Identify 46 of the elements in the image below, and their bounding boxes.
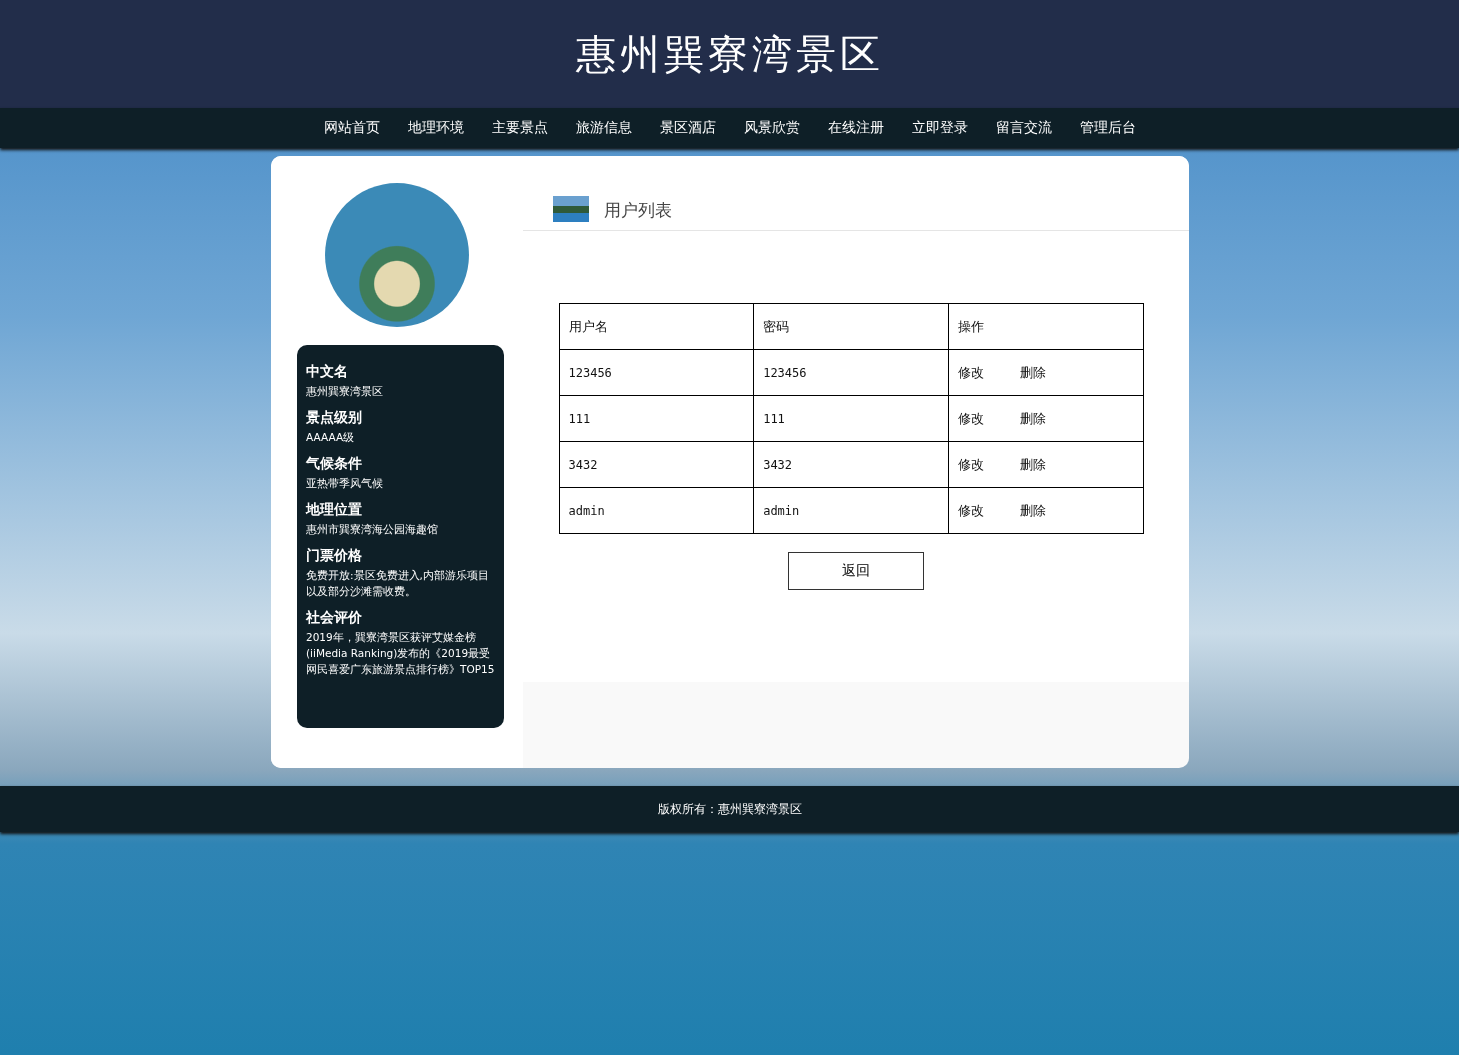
nav-link[interactable]: 立即登录	[897, 119, 982, 137]
info-text: AAAAA级	[306, 430, 356, 445]
table-cell: 123456	[559, 349, 754, 396]
action-link[interactable]: 删除	[1019, 410, 1046, 426]
info-heading: 气候条件	[306, 455, 363, 472]
info-heading: 社会评价	[306, 609, 363, 626]
column-header: 用户名	[559, 303, 754, 350]
nav-link[interactable]: 景区酒店	[645, 119, 730, 137]
site-title: 惠州巽寮湾景区	[575, 29, 884, 79]
nav-link[interactable]: 网站首页	[309, 119, 394, 137]
action-link[interactable]: 删除	[1019, 456, 1046, 472]
table-cell: 3432	[559, 441, 754, 488]
table-cell: 111	[559, 395, 754, 442]
info-text: 惠州巽寮湾景区	[306, 384, 384, 399]
table-cell: 3432	[753, 441, 949, 488]
nav-link[interactable]: 在线注册	[813, 119, 898, 137]
nav-link[interactable]: 地理环境	[393, 119, 478, 137]
action-link[interactable]: 删除	[1019, 502, 1046, 518]
table-cell: 123456	[753, 349, 949, 396]
action-link[interactable]: 删除	[1019, 364, 1046, 380]
table-cell: 111	[753, 395, 949, 442]
info-heading: 中文名	[306, 363, 349, 380]
column-header: 操作	[948, 303, 1143, 350]
info-text: 亚热带季风气候	[306, 476, 384, 491]
nav-link[interactable]: 旅游信息	[561, 119, 646, 137]
nav-link[interactable]: 主要景点	[477, 119, 562, 137]
action-link[interactable]: 修改	[957, 410, 984, 426]
nav-link[interactable]: 留言交流	[981, 119, 1066, 137]
back-button[interactable]: 返回	[787, 552, 924, 590]
panel-title: 用户列表	[603, 199, 672, 222]
nav-link[interactable]: 风景欣赏	[729, 119, 814, 137]
island-photo-placeholder	[552, 196, 589, 222]
action-link[interactable]: 修改	[957, 456, 984, 472]
info-text: 2019年，巽寮湾景区获评艾媒金榜(iiMedia Ranking)发布的《2019最受网民喜爱广东旅游景点排行榜》TOP15	[306, 630, 495, 677]
copyright-text: 版权所有：惠州巽寮湾景区	[657, 800, 802, 818]
nav-link[interactable]: 管理后台	[1065, 119, 1150, 137]
column-header: 密码	[753, 303, 949, 350]
table-cell: admin	[559, 487, 754, 534]
info-heading: 门票价格	[306, 547, 363, 564]
info-heading: 景点级别	[306, 409, 363, 426]
action-link[interactable]: 修改	[957, 364, 984, 380]
info-text: 免费开放:景区免费进入,内部游乐项目以及部分沙滩需收费。	[306, 568, 490, 599]
action-link[interactable]: 修改	[957, 502, 984, 518]
info-text: 惠州市巽寮湾海公园海趣馆	[306, 522, 439, 537]
info-heading: 地理位置	[306, 501, 363, 518]
table-cell: admin	[753, 487, 949, 534]
